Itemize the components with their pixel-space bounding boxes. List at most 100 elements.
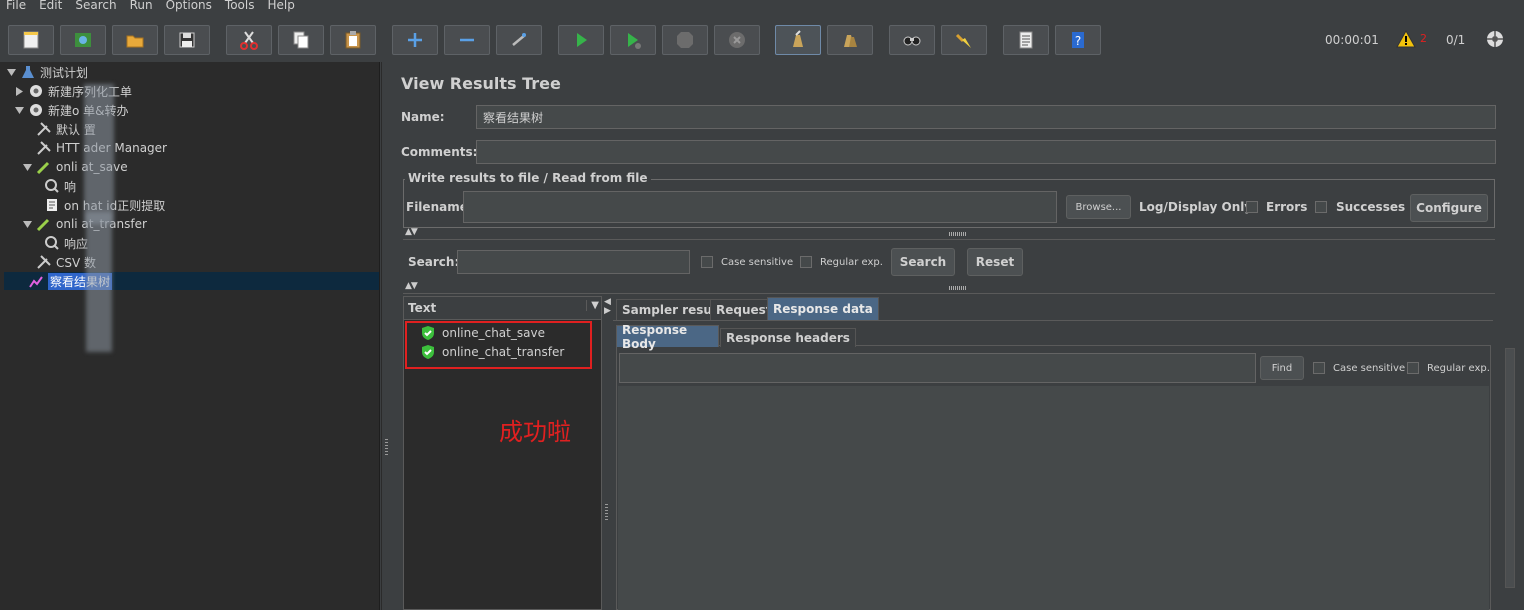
splitter-grip[interactable] [949,286,967,290]
open-button[interactable] [112,25,158,55]
response-body-text[interactable] [618,386,1489,610]
templates-button[interactable] [60,25,106,55]
find-case-sensitive-checkbox[interactable] [1313,362,1325,374]
copy-button[interactable] [278,25,324,55]
menu-edit[interactable]: Edit [32,0,68,14]
successes-checkbox[interactable] [1315,201,1327,213]
expanded-arrow-icon[interactable] [6,67,17,78]
comments-field[interactable] [476,140,1496,164]
find-regular-exp-label: Regular exp. [1427,363,1490,374]
collapse-all-button[interactable] [444,25,490,55]
expanded-arrow-icon[interactable] [22,219,33,230]
tree-item-results-tree[interactable]: 察看结果树 [4,272,379,290]
splitter-grip[interactable] [605,504,608,522]
test-plan-tree: 测试计划 新建序列化工单 新建o 单&转办 默认 置 HTT ader Mana… [0,62,380,610]
menu-options[interactable]: Options [159,0,218,14]
expanded-arrow-icon[interactable] [22,162,33,173]
case-sensitive-checkbox[interactable] [701,256,713,268]
find-regular-exp-checkbox[interactable] [1407,362,1419,374]
response-data-area: Response Body Response headers Find Case… [616,323,1491,610]
menu-help[interactable]: Help [260,0,300,14]
tree-item-thread-group-1[interactable]: 新建序列化工单 [14,82,132,100]
start-no-pause-button[interactable] [610,25,656,55]
results-splitter[interactable]: ◀ ▶ [602,296,614,610]
copy-icon [293,31,309,49]
tab-response-data[interactable]: Response data [767,297,879,320]
filename-label: Filename [406,200,468,214]
annotation-text: 成功啦 [499,418,571,446]
function-helper-button[interactable] [1003,25,1049,55]
successes-label: Successes [1336,200,1406,214]
collapse-arrows-icon[interactable]: ▲▼ [405,227,418,237]
shutdown-button[interactable] [714,25,760,55]
collapse-arrows-icon[interactable]: ◀ ▶ [604,298,611,316]
renderer-select[interactable]: Text ▼ [404,297,601,320]
search-button[interactable] [889,25,935,55]
errors-label: Errors [1266,200,1308,214]
expand-all-button[interactable] [392,25,438,55]
templates-icon [75,33,91,47]
menu-file[interactable]: File [0,0,32,14]
cut-button[interactable] [226,25,272,55]
stop-button[interactable] [662,25,708,55]
thread-group-icon [30,85,42,97]
save-button[interactable] [164,25,210,55]
regular-exp-checkbox[interactable] [800,256,812,268]
tab-response-headers[interactable]: Response headers [720,328,856,347]
name-label: Name: [401,110,445,124]
config-icon [37,122,51,136]
assertion-icon [45,236,59,250]
test-plan-icon [22,66,34,78]
svg-text:?: ? [1075,34,1081,48]
find-button[interactable]: Find [1260,356,1304,380]
collapse-arrows-icon[interactable]: ▲▼ [405,281,418,291]
tree-item-assertion-2[interactable]: 响应 [44,234,88,252]
browse-button[interactable]: Browse... [1066,195,1131,219]
reset-search-button[interactable] [941,25,987,55]
menu-bar: File Edit Search Run Options Tools Help [0,0,1524,14]
divider [403,239,1495,240]
warning-icon[interactable] [1396,30,1416,48]
thread-count: 0/1 [1446,33,1466,47]
help-button[interactable]: ? [1055,25,1101,55]
config-icon [37,255,51,269]
highlight-box [405,321,592,369]
name-field[interactable]: 察看结果树 [476,105,1496,129]
paste-button[interactable] [330,25,376,55]
function-helper-icon [1019,31,1033,49]
find-input[interactable] [619,353,1256,383]
search-button[interactable]: Search [891,248,955,276]
errors-checkbox[interactable] [1246,201,1258,213]
menu-search[interactable]: Search [68,0,122,14]
toggle-button[interactable] [496,25,542,55]
start-button[interactable] [558,25,604,55]
cut-icon [240,31,258,50]
sampler-icon [36,161,50,175]
tree-splitter[interactable] [381,62,390,610]
tab-response-body[interactable]: Response Body [616,323,719,351]
divider [403,293,1495,294]
redaction [84,84,114,224]
tree-item-test-plan[interactable]: 测试计划 [6,63,88,81]
clear-icon [793,30,803,47]
splitter-grip[interactable] [385,439,388,455]
configure-button[interactable]: Configure [1410,194,1488,222]
tree-item-assertion-1[interactable]: 响 [44,177,76,195]
filename-field[interactable] [463,191,1057,223]
collapsed-arrow-icon[interactable] [14,86,25,97]
shutdown-icon [729,32,745,48]
clear-all-button[interactable] [827,25,873,55]
search-input[interactable] [457,250,690,274]
reset-button[interactable]: Reset [967,248,1023,276]
vertical-scrollbar[interactable] [1505,348,1515,588]
new-button[interactable] [8,25,54,55]
expanded-arrow-icon[interactable] [14,105,25,116]
sampler-icon [36,218,50,232]
menu-tools[interactable]: Tools [218,0,261,14]
splitter-grip[interactable] [949,232,967,236]
page-title: View Results Tree [401,74,561,93]
dropdown-arrow-icon[interactable]: ▼ [586,300,599,311]
comments-label: Comments: [401,145,478,159]
menu-run[interactable]: Run [123,0,159,14]
clear-button[interactable] [775,25,821,55]
